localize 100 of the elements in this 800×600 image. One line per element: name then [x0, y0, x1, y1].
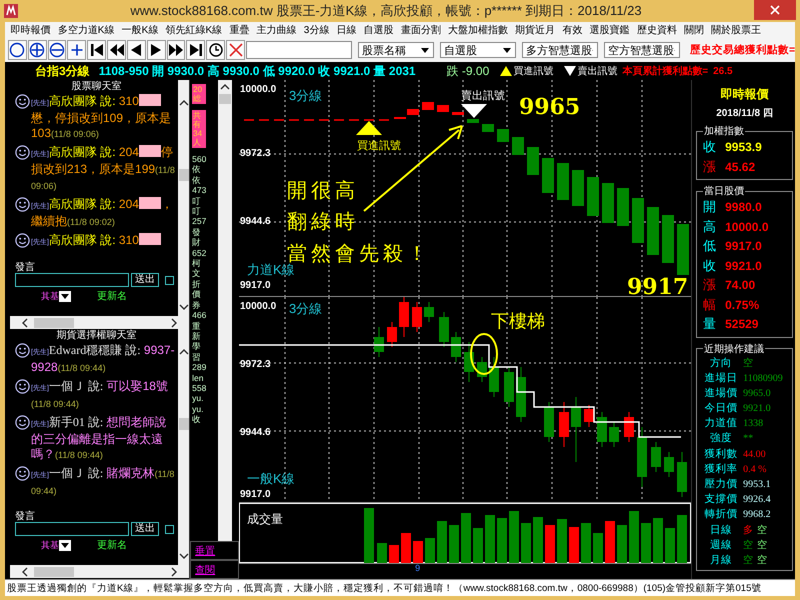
user-list-entry[interactable]: 466	[192, 310, 214, 320]
candlestick	[651, 442, 662, 472]
scrollbar-thumb[interactable]	[178, 418, 189, 430]
field-value: 0.4 %	[743, 464, 766, 475]
candlestick	[464, 342, 474, 382]
side-button[interactable]: 查閱	[190, 560, 240, 579]
scrollbar-thumb[interactable]	[34, 566, 74, 576]
menu-item[interactable]: 重疊	[226, 23, 253, 37]
menu-item[interactable]: 多空力道K線	[54, 23, 118, 37]
user-list-entry[interactable]: 重	[192, 320, 214, 331]
vertical-scrollbar[interactable]	[178, 80, 190, 316]
menu-item[interactable]: 主力曲線	[252, 23, 300, 37]
user-list-entry[interactable]: 折	[192, 278, 214, 290]
menu-item[interactable]: 一般K線	[118, 23, 162, 37]
vertical-scrollbar[interactable]	[218, 80, 232, 541]
menu-item[interactable]: 大盤加權指數	[444, 23, 512, 37]
user-list-entry[interactable]: 289	[192, 362, 214, 373]
update-name-link[interactable]: 更新名	[97, 289, 127, 303]
toolbar-button[interactable]	[28, 40, 47, 60]
horizontal-scrollbar[interactable]	[10, 565, 190, 578]
user-list-entry[interactable]: 558	[192, 382, 214, 394]
user-list-entry[interactable]: 473	[192, 185, 214, 196]
user-list-entry[interactable]: 依	[192, 174, 214, 186]
scrollbar-thumb[interactable]	[178, 169, 189, 181]
checkbox[interactable]	[165, 276, 174, 284]
field-value: **	[743, 433, 754, 444]
user-list-entry[interactable]: 收	[192, 414, 214, 425]
toolbar-button[interactable]	[87, 40, 106, 60]
toolbar-button[interactable]	[48, 40, 66, 60]
first-icon	[88, 42, 105, 58]
name-dropdown[interactable]: 其基	[41, 540, 71, 550]
menu-item[interactable]: 歷史資料	[633, 23, 680, 37]
menu-item[interactable]: 有效	[558, 23, 586, 37]
toolbar-button[interactable]	[126, 40, 146, 60]
user-list-entry[interactable]: 文	[192, 268, 214, 279]
stock-code-field[interactable]	[246, 41, 352, 59]
toolbar-button[interactable]	[107, 40, 126, 60]
user-list-entry[interactable]: 柯	[192, 258, 214, 268]
buy-signal-label: 買進訊號	[357, 140, 402, 152]
candlestick	[467, 119, 480, 123]
volume-bar	[521, 523, 532, 563]
scrollbar-thumb[interactable]	[219, 94, 232, 104]
user-list-entry[interactable]: yu.	[192, 393, 214, 404]
user-list-entry[interactable]: 價	[192, 289, 214, 300]
user-list-entry[interactable]: 叮	[192, 206, 214, 216]
scrollbar-thumb[interactable]	[34, 318, 74, 328]
menu-item[interactable]: 期貨近月	[512, 23, 559, 37]
field-value: 9968.2	[743, 509, 771, 520]
menu-item[interactable]: 即時報價	[7, 23, 54, 37]
candlestick	[527, 147, 540, 175]
side-button[interactable]: 垂置	[190, 541, 240, 560]
user-list-entry[interactable]: 習	[192, 352, 214, 362]
message-input-field[interactable]	[15, 273, 129, 287]
close-button[interactable]	[754, 0, 796, 20]
y-axis-label: 9944.6	[240, 427, 271, 438]
send-button[interactable]: 送出	[131, 522, 159, 536]
menu-item[interactable]: 自選股	[360, 23, 398, 37]
user-list-entry[interactable]: 新	[192, 330, 214, 342]
user-list-entry[interactable]: 財	[192, 237, 214, 248]
circle-plus-icon	[29, 42, 46, 58]
dropdown[interactable]: 自選股	[440, 42, 516, 58]
page-profit-value: 26.5	[713, 66, 733, 76]
user-list-entry[interactable]: yu.	[192, 404, 214, 414]
horizontal-scrollbar[interactable]	[10, 316, 190, 329]
menu-item[interactable]: 畫面分割	[397, 23, 444, 37]
name-dropdown[interactable]: 其基	[41, 290, 71, 302]
menu-item[interactable]: 領先紅綠K線	[162, 23, 226, 37]
update-name-link[interactable]: 更新名	[97, 538, 127, 552]
annotation-text: 下樓梯	[491, 311, 546, 332]
menu-item[interactable]: 選股寶鑑	[586, 23, 634, 37]
user-list-entry[interactable]: 652	[192, 248, 214, 258]
candlestick	[597, 412, 608, 448]
toolbar-button[interactable]	[166, 40, 186, 60]
menu-item[interactable]: 日線	[332, 23, 360, 37]
user-list-entry[interactable]: 560	[192, 154, 214, 164]
caret-icon	[502, 48, 511, 52]
toolbar-button[interactable]	[67, 40, 86, 60]
user-list-entry[interactable]: 叮	[192, 196, 214, 206]
group-title: 當日股價	[703, 184, 746, 198]
toolbar-button[interactable]	[186, 40, 206, 60]
menu-item[interactable]: 關閉	[680, 23, 708, 37]
menu-item[interactable]: 關於股票王	[708, 23, 765, 37]
post-label: 發言	[15, 510, 36, 522]
user-list-entry[interactable]: len	[192, 372, 214, 383]
user-list-entry[interactable]: 券	[192, 300, 214, 310]
dropdown[interactable]: 股票名稱	[358, 42, 434, 58]
menu-item[interactable]: 3分線	[300, 23, 333, 37]
toolbar-button[interactable]	[146, 40, 166, 60]
user-list-entry[interactable]: 發	[192, 226, 214, 238]
checkbox[interactable]	[165, 524, 174, 534]
send-button[interactable]: 送出	[131, 273, 159, 287]
message-input-field[interactable]	[15, 522, 129, 536]
dropdown[interactable]: 多方智慧選股	[522, 42, 598, 58]
candlestick	[637, 426, 648, 488]
user-list-entry[interactable]: 學	[192, 341, 214, 352]
user-list-entry[interactable]: 257	[192, 216, 214, 227]
toolbar-button[interactable]	[8, 40, 27, 60]
user-list-entry[interactable]: 依	[192, 164, 214, 175]
toolbar-button[interactable]	[206, 40, 226, 60]
dropdown[interactable]: 空方智慧選股	[604, 42, 680, 58]
